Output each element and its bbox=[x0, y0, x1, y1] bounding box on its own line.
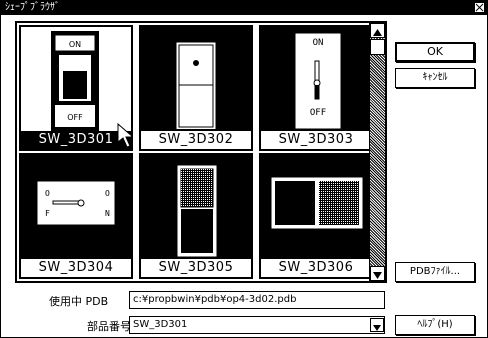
shape-tile-sw-3d303[interactable]: ON OFF SW_3D303 bbox=[259, 25, 373, 151]
gallery-scrollbar[interactable] bbox=[369, 23, 385, 281]
switch-on-text: ON bbox=[69, 40, 81, 49]
toggle-switch-icon: ON OFF bbox=[51, 31, 99, 131]
close-icon bbox=[475, 3, 484, 12]
shape-label: SW_3D302 bbox=[141, 129, 251, 149]
close-button[interactable] bbox=[474, 2, 485, 13]
switch-o-text: O bbox=[45, 189, 50, 198]
window-title: ｼｪｰﾌﾟﾌﾞﾗｳｻﾞ bbox=[5, 2, 60, 13]
scroll-down-button[interactable] bbox=[370, 266, 385, 281]
arrow-up-icon bbox=[373, 29, 382, 36]
switch-o2-text: O bbox=[105, 189, 110, 198]
shape-label: SW_3D306 bbox=[261, 257, 371, 277]
part-number-label: 部品番号 bbox=[87, 320, 131, 333]
shape-label: SW_3D304 bbox=[21, 257, 131, 277]
part-number-combo[interactable]: SW_3D301 bbox=[129, 316, 385, 334]
shape-tile-sw-3d304[interactable]: O F O N SW_3D304 bbox=[19, 153, 133, 279]
shape-tile-sw-3d305[interactable]: SW_3D305 bbox=[139, 153, 253, 279]
pdb-in-use-label: 使用中 PDB bbox=[49, 295, 109, 308]
ok-button[interactable]: OK bbox=[395, 42, 475, 62]
pdb-file-button[interactable]: PDBﾌｧｲﾙ... bbox=[395, 262, 475, 282]
switch-off-text: OFF bbox=[310, 108, 326, 118]
mouse-cursor-icon bbox=[117, 123, 131, 148]
pdb-path-field: c:¥propbwin¥pdb¥op4-3d02.pdb bbox=[129, 291, 385, 309]
switch-on-text: ON bbox=[313, 38, 324, 48]
shape-tile-sw-3d301[interactable]: ON OFF SW_3D301 bbox=[19, 25, 133, 151]
horizontal-rocker-switch-icon bbox=[270, 176, 364, 230]
arrow-down-icon bbox=[373, 272, 382, 279]
push-switch-icon bbox=[176, 42, 216, 130]
lever-switch-icon: ON OFF bbox=[294, 32, 342, 130]
shape-browser-window: ｼｪｰﾌﾟﾌﾞﾗｳｻﾞ ON OFF SW_3D301 SW_3D302 ON … bbox=[0, 0, 488, 338]
part-number-dropdown-button[interactable] bbox=[370, 318, 384, 332]
slide-switch-icon: O F O N bbox=[36, 180, 116, 226]
help-button[interactable]: ﾍﾙﾌﾟ(H) bbox=[395, 315, 475, 335]
chevron-down-icon bbox=[373, 325, 381, 331]
scroll-up-button[interactable] bbox=[370, 23, 385, 38]
switch-f-text: F bbox=[45, 209, 50, 218]
shape-tile-sw-3d302[interactable]: SW_3D302 bbox=[139, 25, 253, 151]
shape-label: SW_3D303 bbox=[261, 129, 371, 149]
rocker-switch-icon bbox=[176, 164, 218, 258]
part-number-value: SW_3D301 bbox=[133, 319, 188, 330]
scroll-thumb[interactable] bbox=[370, 39, 385, 55]
switch-off-text: OFF bbox=[67, 113, 83, 122]
shape-label: SW_3D301 bbox=[21, 131, 131, 149]
shape-label: SW_3D305 bbox=[141, 257, 251, 277]
switch-n-text: N bbox=[105, 209, 110, 218]
shape-tile-sw-3d306[interactable]: SW_3D306 bbox=[259, 153, 373, 279]
cancel-button[interactable]: ｷｬﾝｾﾙ bbox=[395, 68, 475, 88]
shape-gallery: ON OFF SW_3D301 SW_3D302 ON OFF SW_3D303… bbox=[15, 21, 387, 283]
title-bar[interactable]: ｼｪｰﾌﾟﾌﾞﾗｳｻﾞ bbox=[1, 1, 487, 15]
